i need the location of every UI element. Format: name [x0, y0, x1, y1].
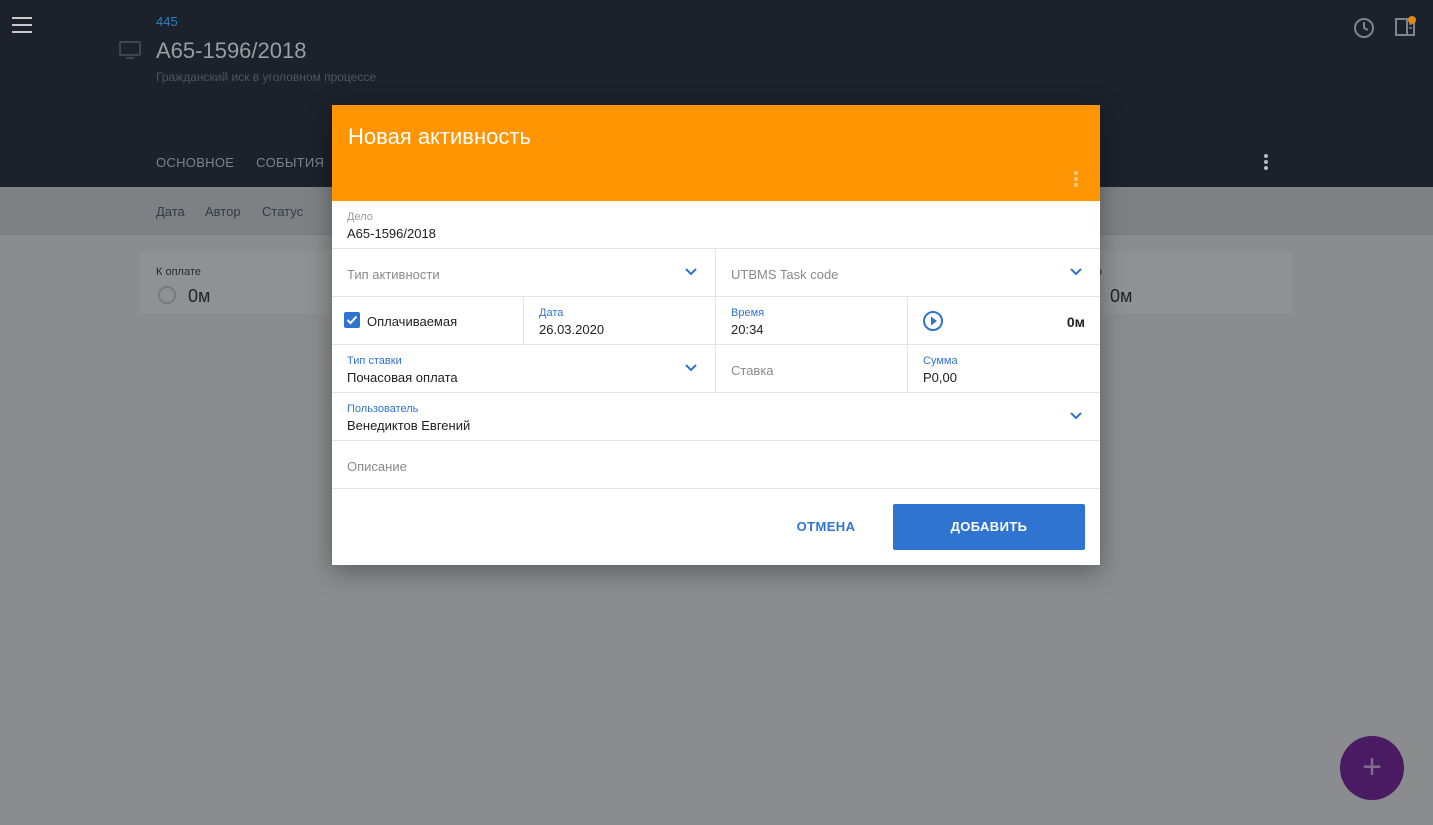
user-label: Пользователь [347, 403, 419, 415]
chevron-down-icon [685, 364, 697, 372]
plus-icon: + [1362, 748, 1382, 786]
total-value: 0м [1110, 286, 1133, 306]
add-fab-button[interactable]: + [1340, 736, 1404, 800]
rate-type-label: Тип ставки [347, 355, 402, 367]
tab-main[interactable]: ОСНОВНОЕ [156, 155, 234, 170]
activity-type-select[interactable]: Тип активности [332, 249, 716, 296]
user-value: Венедиктов Евгений [347, 418, 471, 433]
amount-label: Сумма [923, 355, 958, 367]
timer-cell: 0м [908, 297, 1100, 344]
utbms-select[interactable]: UTBMS Task code [716, 249, 1100, 296]
rate-input[interactable]: Ставка [716, 345, 908, 392]
chevron-down-icon [1070, 412, 1082, 420]
dialog-title: Новая активность [348, 124, 531, 149]
chevron-down-icon [1070, 268, 1082, 276]
to-pay-label: К оплате [156, 266, 201, 278]
add-button[interactable]: ДОБАВИТЬ [893, 504, 1085, 550]
time-value: 20:34 [731, 322, 764, 337]
progress-ring [158, 286, 176, 304]
notification-dot [1408, 16, 1416, 24]
chevron-down-icon [685, 268, 697, 276]
filter-author[interactable]: Автор [205, 204, 241, 219]
activity-type-placeholder: Тип активности [347, 267, 440, 282]
to-pay-value: 0м [188, 286, 211, 306]
description-input[interactable]: Описание [332, 441, 1100, 489]
checkbox-checked-icon[interactable] [344, 312, 360, 328]
clock-icon[interactable] [1353, 17, 1375, 39]
utbms-placeholder: UTBMS Task code [731, 267, 839, 282]
monitor-icon [119, 41, 141, 59]
case-number: 445 [156, 14, 178, 29]
rate-row: Тип ставки Почасовая оплата Ставка Сумма… [332, 345, 1100, 393]
case-field[interactable]: Дело А65-1596/2018 [332, 201, 1100, 249]
filter-date[interactable]: Дата [156, 204, 185, 219]
description-placeholder: Описание [347, 459, 407, 474]
case-subtitle: Гражданский иск в уголовном процессе [156, 70, 377, 84]
rate-type-value: Почасовая оплата [347, 370, 458, 385]
dialog-header: Новая активность [332, 105, 1100, 201]
filter-status[interactable]: Статус [262, 204, 303, 219]
play-circle-icon[interactable] [922, 310, 944, 332]
dialog-more-icon[interactable] [1074, 171, 1080, 189]
amount-field[interactable]: Сумма Р0,00 [908, 345, 1100, 392]
case-field-value: А65-1596/2018 [347, 226, 436, 241]
new-activity-dialog: Новая активность Дело А65-1596/2018 Тип … [332, 105, 1100, 565]
user-select[interactable]: Пользователь Венедиктов Евгений [332, 393, 1100, 441]
billable-checkbox[interactable]: Оплачиваемая [332, 297, 524, 344]
case-field-label: Дело [347, 211, 373, 223]
cancel-button[interactable]: ОТМЕНА [780, 505, 872, 549]
case-title: А65-1596/2018 [156, 38, 307, 63]
activity-row: Тип активности UTBMS Task code [332, 249, 1100, 297]
time-label: Время [731, 307, 765, 319]
rate-type-select[interactable]: Тип ставки Почасовая оплата [332, 345, 716, 392]
time-row: Оплачиваемая Дата 26.03.2020 Время 20:34… [332, 297, 1100, 345]
billable-label: Оплачиваемая [367, 314, 458, 329]
more-vert-icon[interactable] [1264, 154, 1272, 172]
amount-value: Р0,00 [923, 370, 957, 385]
date-field[interactable]: Дата 26.03.2020 [524, 297, 716, 344]
time-field[interactable]: Время 20:34 [716, 297, 908, 344]
menu-icon[interactable] [12, 17, 32, 37]
tab-events[interactable]: СОБЫТИЯ [256, 155, 324, 170]
rate-placeholder: Ставка [731, 363, 774, 378]
date-value: 26.03.2020 [539, 322, 605, 337]
date-label: Дата [539, 307, 564, 319]
duration-value: 0м [1066, 314, 1085, 330]
